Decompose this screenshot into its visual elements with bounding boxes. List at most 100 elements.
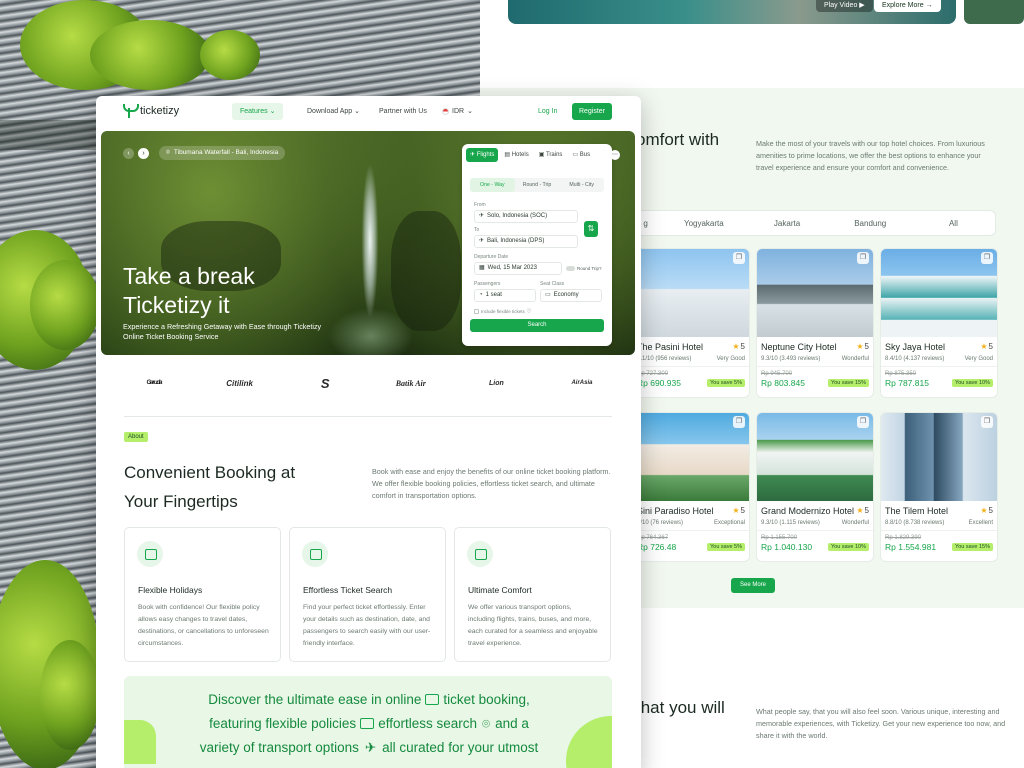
airline-logos: Garuda Citilink S Batik Air Lion AirAsia <box>124 373 612 393</box>
toggle-switch[interactable] <box>566 266 575 271</box>
tab-trains-label: Trains <box>545 152 563 158</box>
passengers-value: 1 seat <box>485 292 502 298</box>
more-tabs-icon[interactable]: ⋯ <box>610 150 620 160</box>
hotel-score: 8.4/10 (4.137 reviews) <box>885 356 945 362</box>
side-photo <box>964 0 1024 24</box>
checkbox[interactable] <box>474 308 479 314</box>
discover-text-part: variety of transport options <box>199 740 359 755</box>
feature-description: We offer various transport options, incl… <box>468 604 598 647</box>
nav-download-dropdown[interactable]: Download App ⌄ <box>307 103 360 120</box>
bus-icon: ▭ <box>572 152 579 158</box>
tab-flights[interactable]: ✈ Flights <box>466 148 499 162</box>
search-button[interactable]: Search <box>470 319 604 332</box>
tab-bus[interactable]: ▭ Bus <box>568 148 594 162</box>
hotel-card[interactable]: ❐ Sky Jaya Hotel ★5 8.4/10 (4.137 reviews… <box>880 248 998 398</box>
discover-text-part: effortless search <box>378 716 477 731</box>
nav-partner-link[interactable]: Partner with Us <box>379 103 427 120</box>
hotel-rating: 5 <box>740 342 745 351</box>
from-field[interactable]: ✈ Solo, Indonesia (SOC) <box>474 210 578 223</box>
nav-features-label: Features <box>240 108 268 115</box>
hotel-card[interactable]: ❐ Sini Paradiso Hotel ★5 5/10 (76 reviews… <box>632 412 750 562</box>
location-pill: ⌾ Tibumana Waterfall - Bali, Indonesia <box>159 146 286 160</box>
hotel-save-badge: You save 5% <box>707 379 745 387</box>
hotel-score: 9.3/10 (1.115 reviews) <box>761 520 820 526</box>
hotel-card[interactable]: ❐ The Tilem Hotel ★5 8.8/10 (8.738 review… <box>880 412 998 562</box>
play-video-button[interactable]: Play Video ▶ <box>816 0 873 12</box>
feature-description: Find your perfect ticket effortlessly. E… <box>303 604 431 647</box>
bookmark-icon[interactable]: ❐ <box>733 416 745 428</box>
discover-text-part: ticket booking, <box>443 692 530 707</box>
city-tab-bandung[interactable]: Bandung <box>829 219 912 228</box>
tab-trains[interactable]: ▣ Trains <box>535 148 567 162</box>
prev-arrow-icon[interactable]: ‹ <box>123 147 134 159</box>
bookmark-icon[interactable]: ❐ <box>857 416 869 428</box>
departure-field[interactable]: ▦ Wed, 15 Mar 2023 <box>474 262 562 275</box>
hotel-name: Sini Paradiso Hotel <box>637 506 714 516</box>
nav-features-dropdown[interactable]: Features ⌄ <box>232 103 284 120</box>
to-label: To <box>474 227 480 233</box>
plane-icon: ✈ <box>470 152 476 158</box>
hotel-old-price: Rp 764.367 <box>637 535 669 541</box>
flexible-tickets-checkbox[interactable]: Include flexible tickets ⓘ <box>474 308 531 314</box>
hotel-rating: 5 <box>988 506 993 515</box>
hotels-heading: omfort with <box>636 130 720 149</box>
hotel-card[interactable]: ❐ Neptune City Hotel ★5 9.3/10 (3.493 rev… <box>756 248 874 398</box>
testimonials-description: What people say, that you will also feel… <box>756 707 1006 740</box>
brand-logo[interactable]: ticketizy <box>122 104 179 118</box>
hotel-card[interactable]: ❐ Grand Modernizo Hotel ★5 9.3/10 (1.115 … <box>756 412 874 562</box>
hotel-name: Grand Modernizo Hotel <box>761 506 855 516</box>
feature-title: Ultimate Comfort <box>468 585 532 595</box>
ticket-icon <box>425 694 440 705</box>
tab-hotels[interactable]: ▤ Hotels <box>500 148 532 162</box>
login-link[interactable]: Log In <box>538 103 557 120</box>
pin-icon: ⌾ <box>166 149 170 156</box>
chevron-down-icon: ⌄ <box>269 108 276 115</box>
city-tab-jakarta[interactable]: Jakarta <box>745 219 828 228</box>
testimonials-heading: that you will <box>636 698 725 717</box>
swap-icon[interactable]: ⇅ <box>584 221 598 237</box>
logo-icon <box>122 104 139 118</box>
round-trip-toggle[interactable]: Round Trip? <box>566 266 602 271</box>
hotel-score: 8.8/10 (8.738 reviews) <box>885 520 945 526</box>
tab-bus-label: Bus <box>579 152 591 158</box>
ticket-stack-icon <box>360 718 375 729</box>
hotel-rating: 5 <box>864 342 869 351</box>
airline-logo: S <box>320 375 330 391</box>
hotel-name: The Pasini Hotel <box>637 342 704 352</box>
hotel-price: Rp 1.040.130 <box>761 542 813 552</box>
class-field[interactable]: ▭ Economy <box>540 289 602 302</box>
seat-icon: ▭ <box>545 292 551 298</box>
discover-text-part: featuring flexible policies <box>209 716 357 731</box>
flexible-tickets-label: Include flexible tickets <box>481 308 525 314</box>
star-icon: ★5 <box>732 506 745 515</box>
register-button[interactable]: Register <box>572 103 612 120</box>
see-more-button[interactable]: See More <box>731 578 775 593</box>
trip-round-trip[interactable]: Round - Trip <box>515 178 560 192</box>
trip-one-way[interactable]: One - Way <box>470 178 515 192</box>
city-tab-yogyakarta[interactable]: Yogyakarta <box>662 219 745 228</box>
passengers-field[interactable]: ◔ 1 seat <box>474 289 536 302</box>
feature-card-ticket-search: Effortless Ticket Search Find your perfe… <box>289 527 446 662</box>
round-trip-label: Round Trip? <box>577 266 602 271</box>
bookmark-icon[interactable]: ❐ <box>857 252 869 264</box>
hotels-description: Make the most of your travels with our t… <box>756 139 985 172</box>
trip-multi-city[interactable]: Multi - City <box>559 178 604 192</box>
bookmark-icon[interactable]: ❐ <box>981 252 993 264</box>
about-badge: About <box>124 432 148 442</box>
currency-selector[interactable]: IDR ⌄ <box>442 103 473 120</box>
hotel-old-price: Rp 1.829.390 <box>885 535 922 541</box>
city-tab-all[interactable]: All <box>912 219 995 228</box>
hotel-price: Rp 787.815 <box>885 378 929 388</box>
bookmark-icon[interactable]: ❐ <box>981 416 993 428</box>
seat-icon <box>467 541 493 567</box>
hotel-card[interactable]: ❐ The Pasini Hotel ★5 4.1/10 (956 reviews… <box>632 248 750 398</box>
to-field[interactable]: ✈ Bali, Indonesia (DPS) <box>474 235 578 248</box>
bookmark-icon[interactable]: ❐ <box>733 252 745 264</box>
class-value: Economy <box>553 292 579 298</box>
top-nav: ticketizy Features ⌄ Download App ⌄ Part… <box>96 96 641 126</box>
hotel-score: 4.1/10 (956 reviews) <box>637 356 692 362</box>
discover-banner: Discover the ultimate ease in online tick… <box>124 676 612 768</box>
next-arrow-icon[interactable]: › <box>138 147 149 159</box>
explore-more-button[interactable]: Explore More → <box>874 0 941 12</box>
city-tabs: g Yogyakarta Jakarta Bandung All <box>628 210 996 236</box>
